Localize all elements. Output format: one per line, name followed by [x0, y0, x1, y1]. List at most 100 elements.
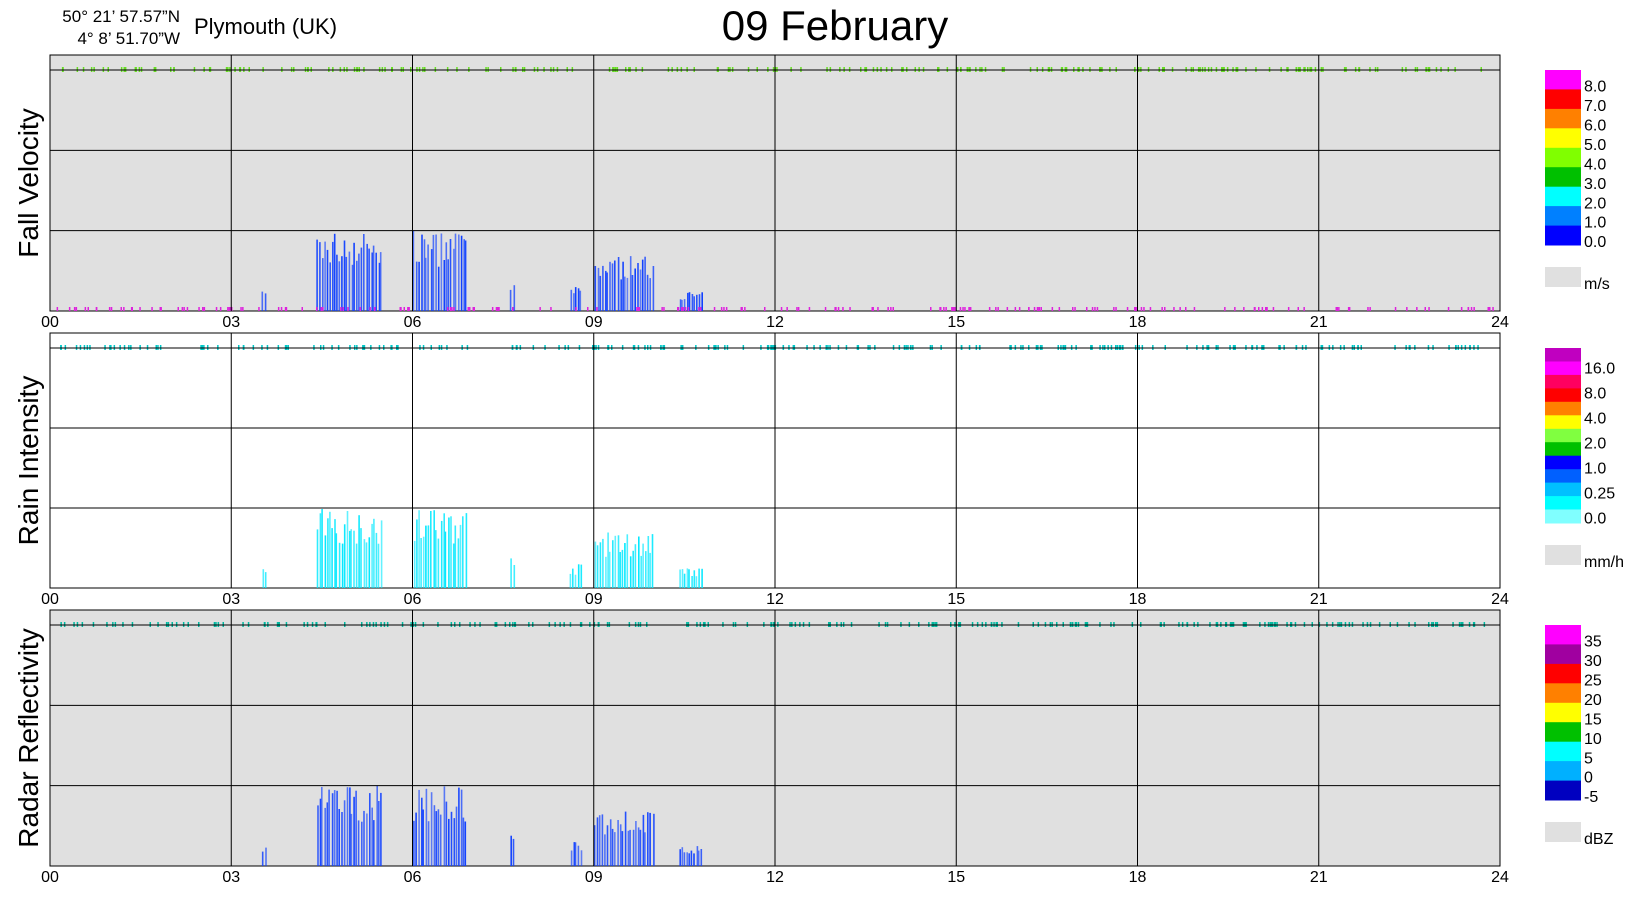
rain-streak	[512, 838, 515, 866]
rain-streak	[620, 279, 622, 311]
rain-streak	[437, 809, 440, 866]
colorbar-swatch	[1545, 348, 1581, 362]
bottom-band-tick	[407, 307, 409, 311]
rain-streak	[331, 528, 333, 588]
bottom-band-tick	[1460, 307, 1463, 311]
x-tick-label: 24	[1491, 591, 1509, 608]
rain-streak	[329, 511, 331, 588]
bottom-band-tick	[1394, 307, 1397, 311]
rain-streak	[341, 543, 344, 588]
rain-streak	[317, 805, 319, 866]
rain-streak	[435, 811, 438, 866]
rain-streak	[262, 569, 265, 588]
rain-streak	[570, 850, 573, 866]
rain-streak	[343, 800, 346, 866]
colorbar-label: -5	[1584, 789, 1598, 806]
bottom-band-tick	[872, 307, 874, 311]
bottom-band-tick	[968, 307, 970, 311]
bottom-band-tick	[1254, 307, 1256, 311]
bottom-band-tick	[699, 307, 702, 311]
bottom-band-tick	[258, 307, 260, 311]
rain-streak	[638, 536, 640, 588]
colorbar-missing-swatch	[1545, 545, 1581, 565]
rain-streak	[641, 259, 644, 311]
rain-streak	[376, 785, 378, 866]
rain-streak	[418, 510, 420, 588]
bottom-band-tick	[340, 307, 342, 311]
bottom-band-tick	[277, 307, 280, 311]
bottom-band-tick	[68, 307, 71, 311]
rain-streak	[642, 814, 645, 866]
rain-streak	[681, 569, 684, 588]
bottom-band-tick	[1487, 307, 1489, 311]
rain-streak	[435, 234, 437, 311]
colorbar-swatch	[1545, 780, 1581, 801]
rain-streak	[449, 239, 452, 311]
rain-streak	[365, 542, 368, 588]
rain-streak	[372, 245, 375, 311]
bottom-band-tick	[1143, 307, 1145, 311]
rain-streak	[444, 531, 447, 588]
colorbar-swatch	[1545, 644, 1581, 665]
bottom-band-tick	[1096, 307, 1099, 311]
rain-streak	[371, 807, 373, 866]
rain-streak	[602, 538, 604, 588]
bottom-band-tick	[1243, 307, 1245, 311]
x-tick-label: 12	[766, 869, 784, 886]
rain-streak	[686, 852, 688, 866]
rain-streak	[454, 525, 457, 588]
rain-streak	[639, 829, 642, 866]
bottom-band-tick	[837, 307, 840, 311]
rain-streak	[644, 832, 646, 866]
bottom-band-tick	[713, 307, 716, 311]
colorbar-swatch	[1545, 186, 1581, 207]
colorbar-label: 1.0	[1584, 215, 1606, 232]
rain-streak	[602, 265, 604, 311]
rain-streak	[646, 274, 649, 311]
rain-streak	[574, 574, 577, 588]
x-tick-label: 03	[222, 591, 240, 608]
rain-streak	[621, 831, 624, 866]
rain-streak	[599, 275, 602, 311]
x-tick-label: 00	[41, 314, 59, 331]
x-tick-label: 03	[222, 314, 240, 331]
bottom-band-tick	[320, 307, 322, 311]
bottom-band-tick	[1058, 307, 1061, 311]
bottom-band-tick	[1367, 307, 1369, 311]
rain-streak	[688, 853, 690, 866]
colorbar-label: 2.0	[1584, 195, 1606, 212]
rain-streak	[326, 249, 329, 311]
colorbar-swatch	[1545, 70, 1581, 90]
bottom-band-tick	[202, 307, 204, 311]
rain-streak	[433, 510, 435, 588]
rain-streak	[573, 293, 575, 311]
rain-streak	[326, 802, 329, 866]
rain-streak	[634, 544, 637, 588]
bottom-band-tick	[228, 307, 231, 311]
x-tick-label: 12	[766, 314, 784, 331]
rain-streak	[686, 568, 689, 588]
colorbar-label: 0.25	[1584, 486, 1615, 503]
rain-streak	[319, 513, 322, 588]
y-axis-label: Rain Intensity	[13, 376, 44, 546]
rain-streak	[353, 796, 355, 866]
rain-streak	[350, 529, 352, 588]
rain-streak	[361, 821, 363, 866]
rain-streak	[333, 790, 336, 866]
colorbar-unit: dBZ	[1584, 831, 1614, 848]
rain-streak	[261, 291, 264, 311]
rain-streak	[683, 852, 686, 866]
bottom-band-tick	[215, 307, 218, 311]
colorbar-swatch	[1545, 683, 1581, 704]
rain-streak	[351, 264, 354, 311]
rain-streak	[693, 570, 696, 588]
bottom-band-tick	[1258, 307, 1260, 311]
bottom-band-tick	[159, 307, 161, 311]
rain-streak	[445, 801, 448, 866]
rain-streak	[574, 842, 577, 866]
bottom-band-tick	[988, 307, 991, 311]
rain-streak	[596, 817, 599, 866]
bottom-band-tick	[374, 307, 376, 311]
rain-streak	[649, 552, 651, 588]
rain-streak	[371, 523, 373, 588]
